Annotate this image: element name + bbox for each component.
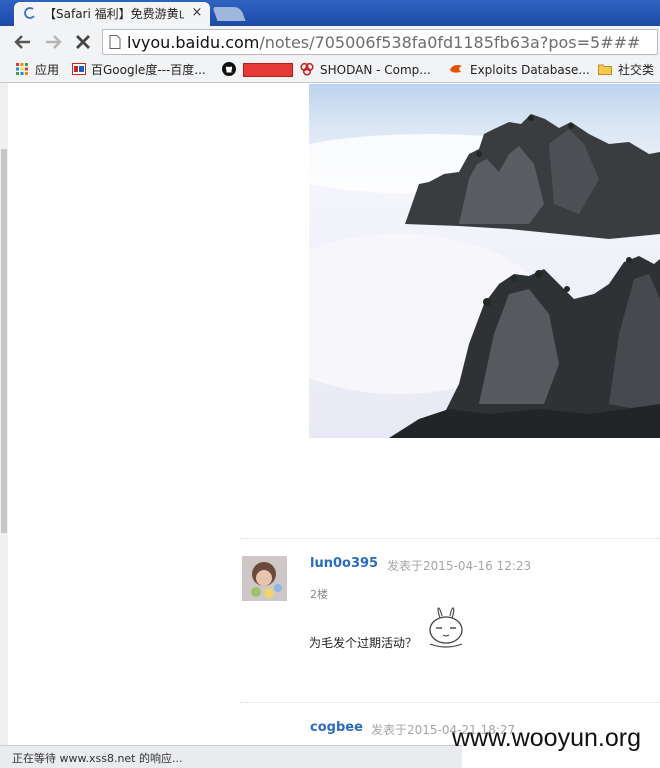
address-bar[interactable]: lvyou.baidu.com/notes/705006f538fa0fd118…	[102, 29, 658, 55]
shodan-icon	[300, 62, 314, 76]
stop-loading-icon[interactable]	[72, 31, 94, 53]
comment-text: 为毛发个过期活动？	[309, 636, 418, 650]
vertical-scrollbar[interactable]	[0, 83, 8, 745]
comment-divider	[240, 702, 660, 703]
bookmark-exploit-db[interactable]: Exploits Database...	[470, 61, 590, 79]
comment-username[interactable]: cogbee	[310, 720, 363, 735]
comment-username[interactable]: lun0o395	[310, 556, 378, 571]
huangshan-photo	[309, 84, 660, 438]
status-text: 正在等待 www.xss8.net 的响应...	[12, 752, 183, 765]
github-icon[interactable]	[222, 62, 236, 76]
redacted-bookmark[interactable]	[243, 63, 293, 77]
exploit-db-icon	[450, 65, 462, 73]
rabbit-emoticon	[429, 607, 463, 648]
scrollbar-thumb[interactable]	[1, 149, 7, 533]
forward-arrow-icon[interactable]	[42, 31, 64, 53]
bookmark-folder-social[interactable]: 社交类	[618, 61, 654, 79]
tab-active[interactable]: 【Safari 福利】免费游黄山 ×	[14, 2, 210, 26]
new-tab-button[interactable]	[212, 7, 246, 21]
loading-spinner-icon	[24, 7, 35, 19]
comment-floor: 2楼	[310, 588, 328, 601]
url-host: lvyou.baidu.com	[127, 33, 260, 52]
apps-grid-icon	[16, 63, 28, 75]
comment-divider	[240, 538, 660, 539]
back-arrow-icon[interactable]	[12, 31, 34, 53]
folder-icon	[598, 64, 612, 75]
tab-close-button[interactable]: ×	[190, 6, 204, 20]
url-path: /notes/705006f538fa0fd1185fb63a?pos=5###	[259, 33, 641, 52]
bookmark-shodan[interactable]: SHODAN - Comp...	[320, 61, 431, 79]
bookmarks-bar: 应用 百Google度---百度... SHODAN - Comp... Exp…	[0, 58, 660, 83]
tab-strip: 【Safari 福利】免费游黄山 ×	[0, 0, 660, 26]
page-icon	[109, 35, 121, 49]
baidu-icon	[72, 63, 86, 75]
bookmark-baidu[interactable]: 百Google度---百度...	[91, 61, 206, 79]
watermark-text: www.wooyun.org	[452, 724, 641, 752]
url-text[interactable]: lvyou.baidu.com/notes/705006f538fa0fd118…	[127, 33, 640, 53]
bookmark-apps[interactable]: 应用	[35, 61, 59, 79]
status-bar: 正在等待 www.xss8.net 的响应...	[0, 745, 462, 768]
comment-timestamp: 发表于2015-04-16 12:23	[387, 559, 532, 573]
avatar[interactable]	[242, 556, 287, 601]
tab-title: 【Safari 福利】免费游黄山	[44, 7, 184, 21]
